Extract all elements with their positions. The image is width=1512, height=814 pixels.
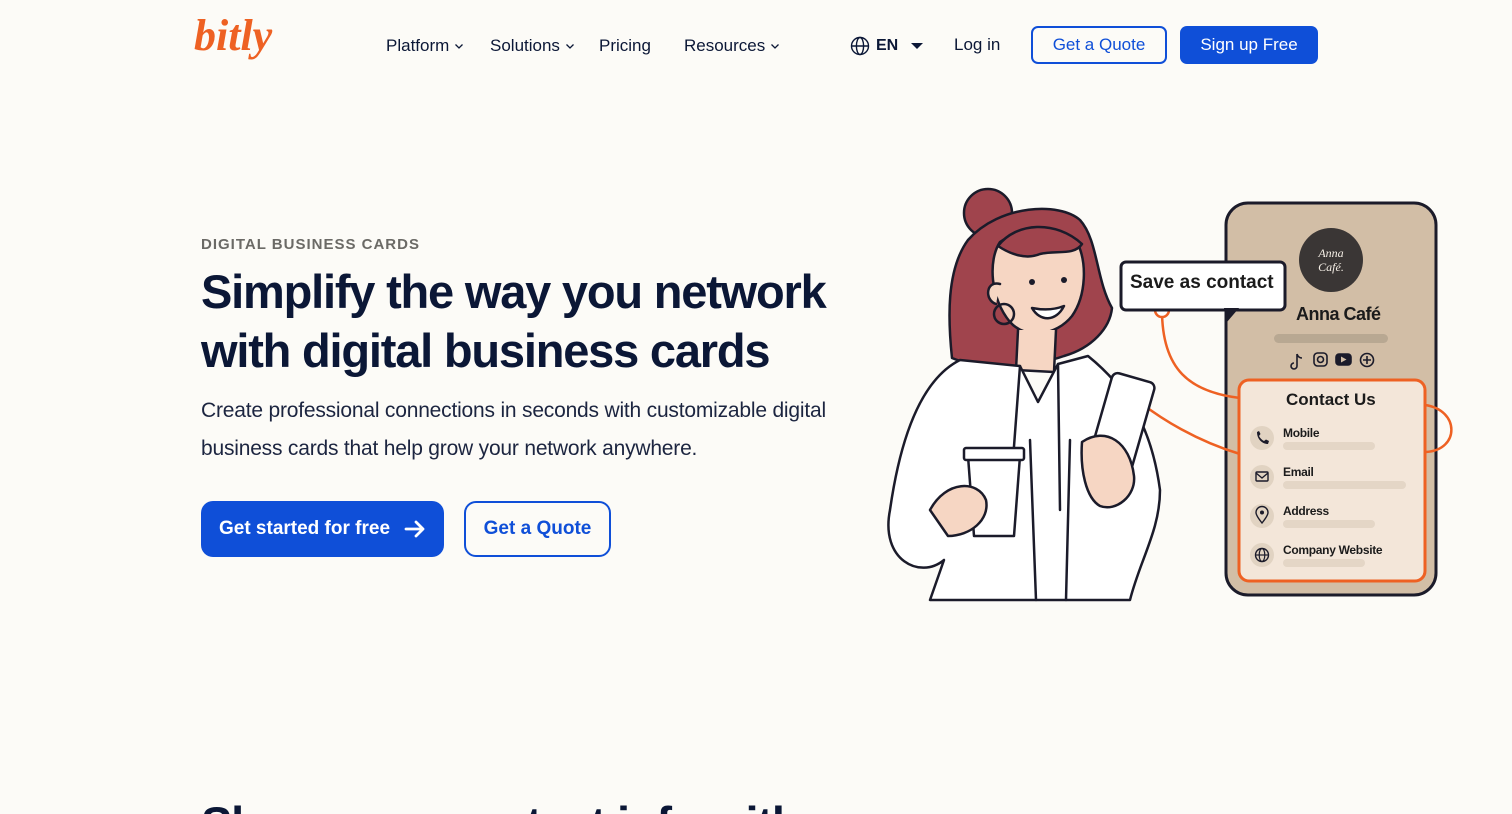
company-website-label: Company Website <box>1283 543 1383 557</box>
get-started-label: Get started for free <box>218 518 391 539</box>
chevron-down-icon <box>455 44 464 49</box>
email-label: Email <box>1283 465 1314 479</box>
login-link[interactable]: Log in <box>954 35 1000 55</box>
svg-text:Café.: Café. <box>1318 260 1344 274</box>
language-selector[interactable]: EN <box>850 34 924 58</box>
caret-down-icon <box>911 43 924 49</box>
arrow-right-icon <box>404 520 425 538</box>
nav-pricing-label: Pricing <box>599 36 651 55</box>
nav-solutions-label: Solutions <box>490 36 560 55</box>
save-contact-label: Save as contact <box>1130 272 1274 293</box>
next-section-heading: Share your contact info with <box>201 796 901 814</box>
site-header: bitly Platform Solutions Pricing Resourc… <box>0 0 1512 90</box>
contact-us-title: Contact Us <box>1286 390 1376 409</box>
hero-eyebrow: DIGITAL BUSINESS CARDS <box>201 236 420 253</box>
nav-resources-label: Resources <box>684 36 766 55</box>
card-name: Anna Café <box>1296 304 1381 324</box>
svg-text:Anna: Anna <box>1317 246 1343 260</box>
get-started-button[interactable]: Get started for free <box>201 501 444 557</box>
globe-icon <box>850 36 870 56</box>
hero-subtitle: Create professional connections in secon… <box>201 399 826 460</box>
nav-pricing[interactable]: Pricing <box>599 34 651 58</box>
get-quote-button[interactable]: Get a Quote <box>1031 26 1167 64</box>
mobile-label: Mobile <box>1283 426 1320 440</box>
chevron-down-icon <box>565 44 574 49</box>
woman-figure <box>887 187 1162 602</box>
hero-illustration: Anna Café. Save as contact Anna Café Con… <box>860 180 1470 610</box>
nav-platform[interactable]: Platform <box>386 34 464 58</box>
hero-title: Simplify the way you network with digita… <box>201 265 827 377</box>
address-label: Address <box>1283 504 1329 518</box>
signup-button[interactable]: Sign up Free <box>1180 26 1318 64</box>
nav-resources[interactable]: Resources <box>684 34 780 58</box>
svg-text:bitly: bitly <box>194 14 273 60</box>
nav-solutions[interactable]: Solutions <box>490 34 575 58</box>
chevron-down-icon <box>771 44 780 49</box>
bitly-logo[interactable]: bitly <box>194 14 296 72</box>
language-label: EN <box>876 37 899 54</box>
hero-get-quote-button[interactable]: Get a Quote <box>464 501 611 557</box>
nav-platform-label: Platform <box>386 36 450 55</box>
